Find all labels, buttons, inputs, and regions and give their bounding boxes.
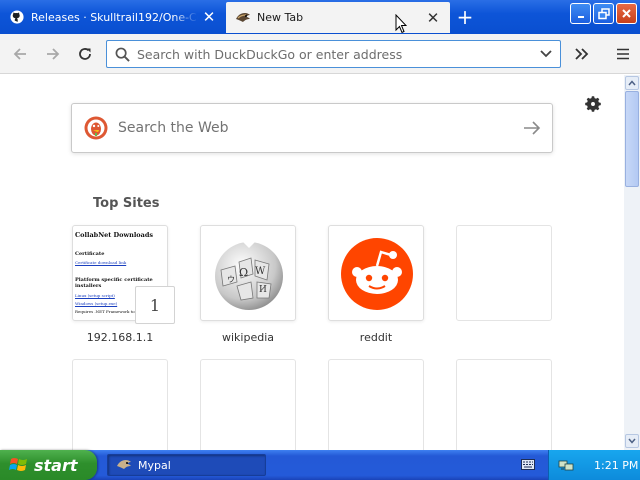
url-input[interactable] [137, 46, 532, 62]
svg-text:Ω: Ω [239, 266, 248, 279]
network-icon[interactable] [558, 457, 574, 473]
reddit-alien-icon [341, 238, 413, 310]
hamburger-icon [617, 48, 629, 60]
new-tab-page: Search the Web Top Sites CollabNet Downl… [0, 75, 624, 450]
mypal-icon [117, 460, 131, 469]
close-icon [622, 9, 631, 18]
top-site-192-168-1-1[interactable]: CollabNet Downloads Certificate Certific… [72, 225, 175, 344]
title-bar: Releases · Skulltrail192/One-Core ✕ New … [0, 0, 640, 34]
empty-tile[interactable] [456, 359, 552, 450]
start-label: start [34, 455, 78, 475]
web-search-box[interactable]: Search the Web [71, 103, 553, 153]
svg-text:W: W [255, 266, 266, 277]
chevron-down-icon[interactable] [532, 50, 560, 58]
site-label: wikipedia [221, 331, 274, 344]
gear-icon[interactable] [584, 95, 602, 113]
empty-tile[interactable] [328, 359, 424, 450]
close-tab-icon[interactable]: ✕ [422, 7, 444, 29]
system-tray: 1:21 PM [548, 450, 640, 480]
mouse-cursor-icon [395, 14, 407, 34]
navigation-toolbar [0, 34, 640, 74]
chevron-up-icon [628, 80, 636, 86]
address-bar[interactable] [106, 40, 561, 68]
start-button[interactable]: start [0, 450, 97, 480]
close-window-button[interactable] [616, 3, 637, 24]
tile-badge: 1 [135, 286, 175, 324]
plus-icon: + [456, 5, 474, 29]
taskbar-item-mypal[interactable]: Mypal [107, 454, 266, 476]
thumbnail-link: Certificate download link [75, 260, 127, 265]
back-arrow-icon [13, 48, 26, 60]
top-site-empty[interactable] [72, 359, 168, 450]
top-site-empty[interactable] [456, 359, 552, 450]
top-site-empty[interactable] [456, 225, 552, 331]
wikipedia-globe-icon: Ω W И ウ [215, 240, 283, 310]
mypal-icon [235, 10, 251, 26]
windows-flag-icon [9, 458, 27, 471]
top-site-reddit[interactable]: reddit [328, 225, 424, 344]
top-site-wikipedia[interactable]: Ω W И ウ wikipedia [200, 225, 296, 344]
reload-icon [79, 48, 91, 60]
close-tab-icon[interactable]: ✕ [198, 6, 220, 28]
tab-title: Releases · Skulltrail192/One-Core [31, 10, 198, 24]
site-label: 192.168.1.1 [86, 331, 154, 344]
minimize-button[interactable] [570, 3, 591, 24]
double-chevron-icon [575, 48, 589, 60]
search-icon [107, 47, 137, 62]
svg-text:И: И [259, 285, 267, 295]
restore-button[interactable] [593, 3, 614, 24]
scrollbar-thumb[interactable] [625, 91, 639, 187]
tab-new-tab[interactable]: New Tab ✕ [226, 2, 450, 33]
menu-button[interactable] [610, 42, 636, 66]
keyboard-icon[interactable] [521, 459, 535, 470]
taskbar: start Mypal 1:21 PM [0, 450, 640, 480]
clock: 1:21 PM [594, 458, 639, 472]
taskbar-item-label: Mypal [138, 458, 171, 472]
chevron-down-icon [628, 438, 636, 444]
vertical-scrollbar[interactable] [624, 75, 640, 450]
maximize-icon [597, 7, 610, 19]
reload-button[interactable] [72, 42, 98, 66]
empty-tile[interactable] [456, 225, 552, 321]
site-thumbnail[interactable] [328, 225, 424, 321]
site-thumbnail[interactable]: Ω W И ウ [200, 225, 296, 321]
arrow-right-icon[interactable] [512, 121, 552, 135]
svg-text:ウ: ウ [227, 275, 235, 284]
back-button[interactable] [7, 42, 33, 66]
duckduckgo-icon [84, 116, 108, 140]
forward-button[interactable] [40, 42, 66, 66]
thumbnail-heading: CollabNet Downloads [75, 231, 154, 239]
thumbnail-section: Certificate [75, 251, 105, 257]
web-search-placeholder: Search the Web [118, 120, 229, 136]
empty-tile[interactable] [72, 359, 168, 450]
scroll-down-button[interactable] [625, 434, 639, 448]
site-label: reddit [359, 331, 393, 344]
top-sites-heading: Top Sites [93, 196, 160, 211]
tab-releases[interactable]: Releases · Skulltrail192/One-Core ✕ [0, 3, 226, 31]
top-site-empty[interactable] [328, 359, 424, 450]
empty-tile[interactable] [200, 359, 296, 450]
minimize-icon [577, 15, 584, 18]
new-tab-button[interactable]: + [452, 5, 478, 29]
github-icon [9, 9, 25, 25]
forward-arrow-icon [47, 48, 60, 60]
overflow-button[interactable] [569, 42, 595, 66]
scroll-up-button[interactable] [625, 76, 639, 90]
top-site-empty[interactable] [200, 359, 296, 450]
